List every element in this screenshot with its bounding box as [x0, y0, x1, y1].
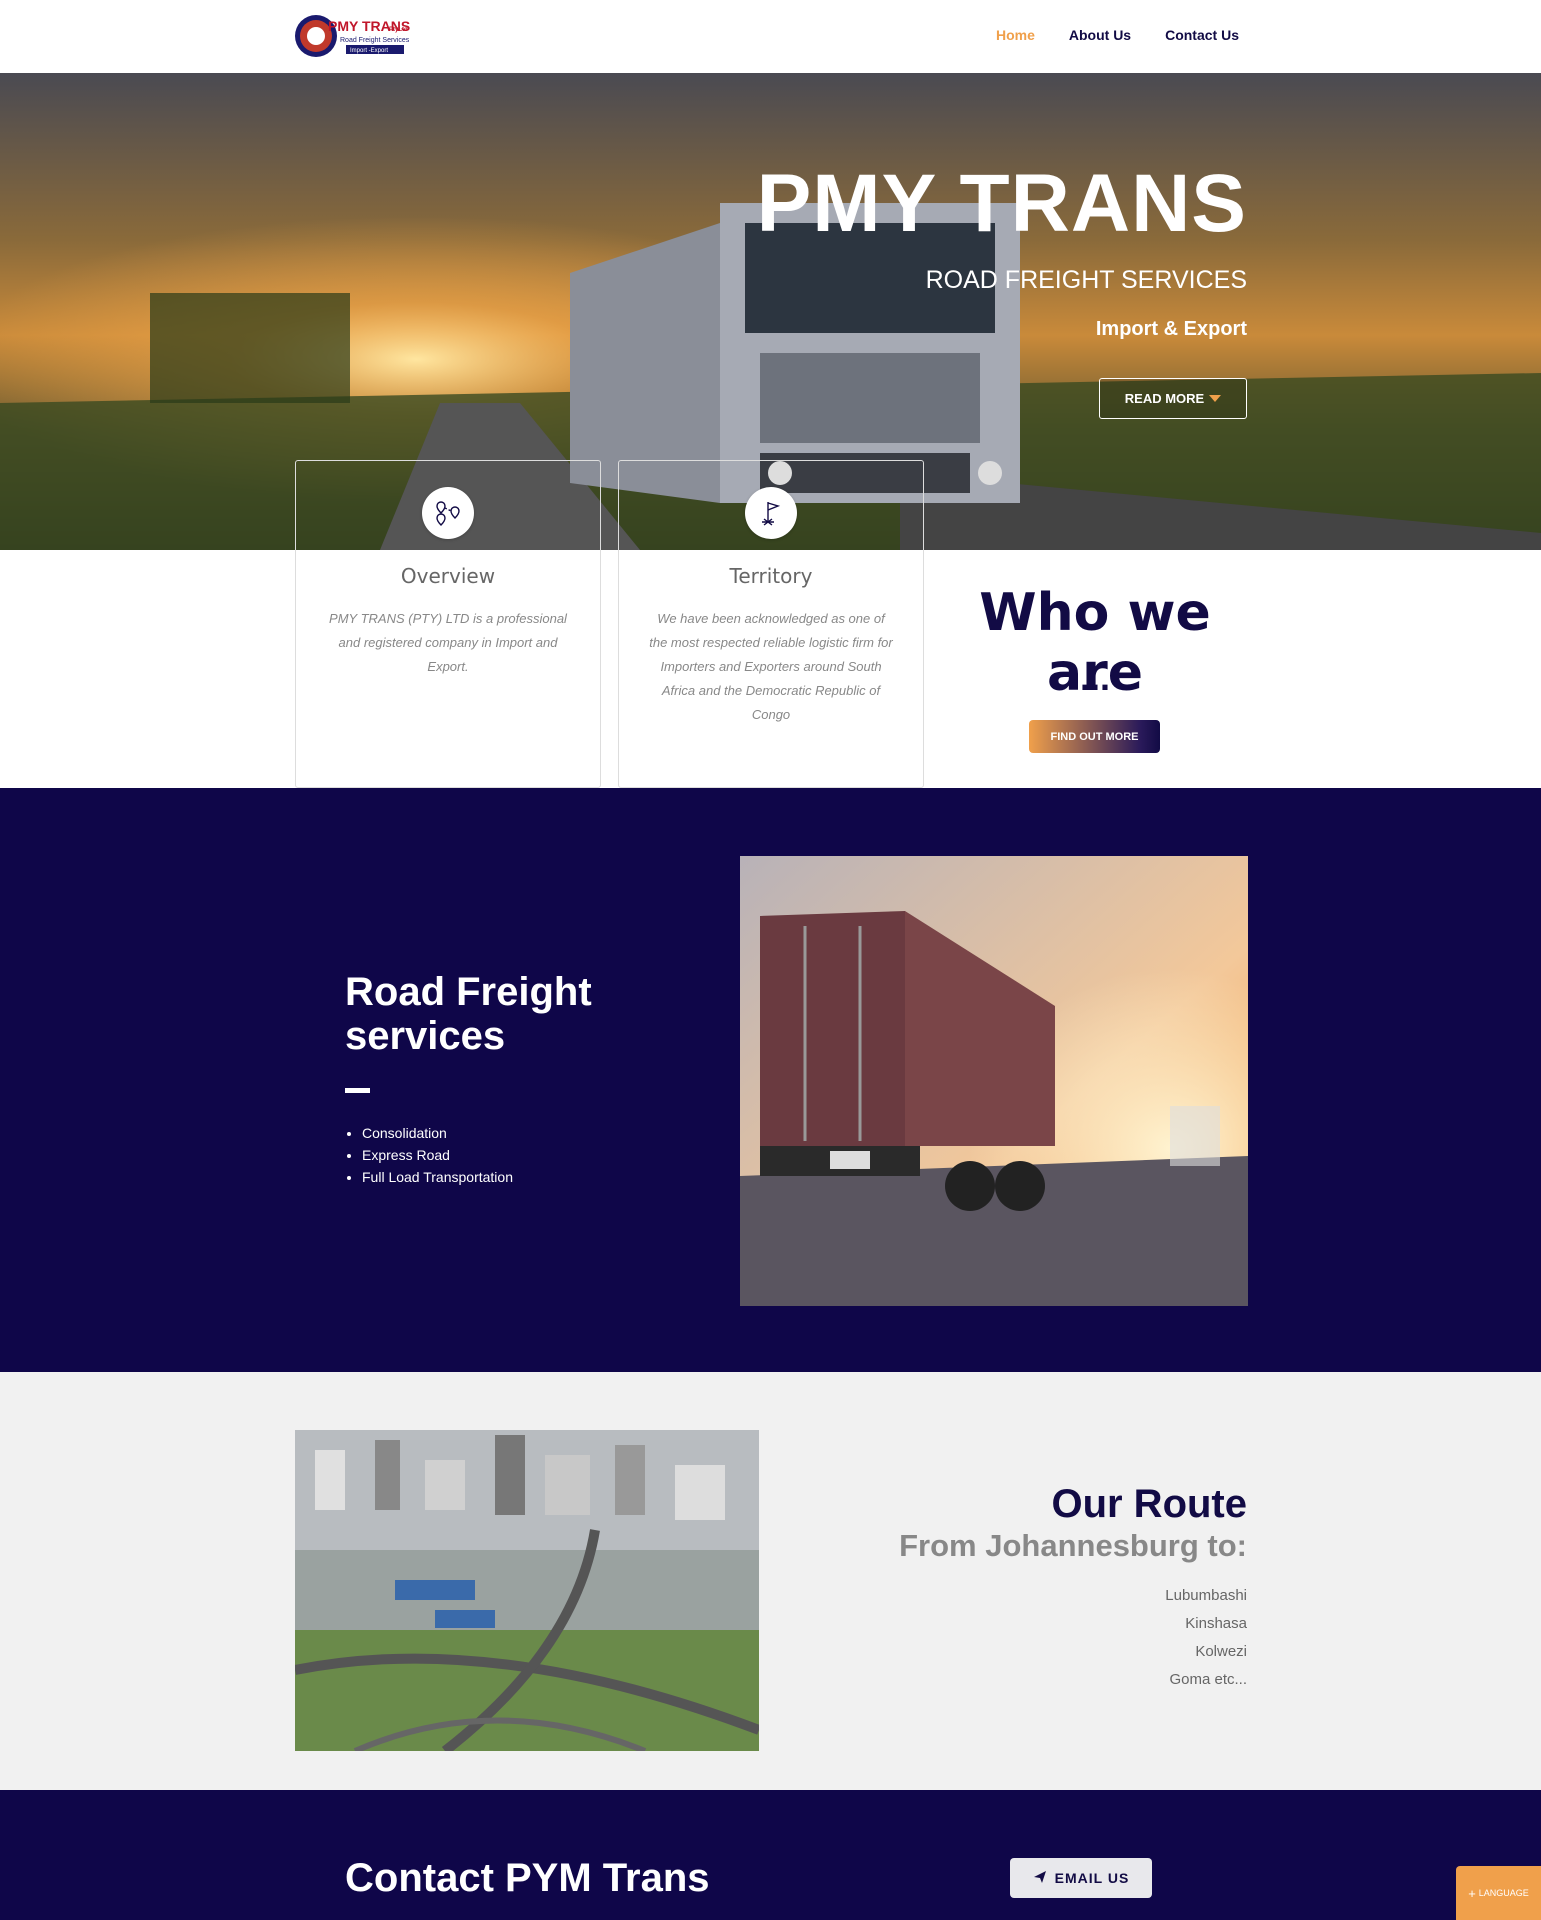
logo-line1: Road Freight Services	[340, 37, 410, 44]
caret-down-icon	[1209, 395, 1222, 402]
hero-subtitle: ROAD FREIGHT SERVICES	[925, 266, 1247, 294]
read-more-label: READ MORE	[1124, 391, 1205, 406]
find-out-more-button[interactable]: FIND OUT MORE	[1029, 720, 1160, 753]
email-us-button[interactable]: EMAIL US	[1010, 1858, 1152, 1898]
nav-contact[interactable]: Contact Us	[1165, 27, 1239, 43]
route-city-list: Lubumbashi Kinshasa Kolwezi Goma etc...	[1165, 1582, 1247, 1694]
list-item: Kinshasa	[1185, 1615, 1247, 1632]
overview-card: Overview PMY TRANS (PTY) LTD is a profes…	[295, 460, 601, 788]
language-button[interactable]: + LANGUAGE	[1456, 1866, 1541, 1920]
list-item: Kolwezi	[1195, 1643, 1247, 1660]
list-item: Lubumbashi	[1165, 1587, 1247, 1604]
list-item: Express Road	[362, 1144, 513, 1166]
site-header: PMY TRANS PtyLtd Road Freight Services I…	[0, 0, 1541, 73]
map-pins-icon	[422, 487, 474, 539]
contact-section: Contact PYM Trans EMAIL US	[0, 1790, 1541, 1920]
route-section: Our Route From Johannesburg to: Lubumbas…	[0, 1372, 1541, 1790]
read-more-button[interactable]: READ MORE	[1099, 378, 1247, 419]
contact-title: Contact PYM Trans	[345, 1856, 710, 1900]
list-item: Full Load Transportation	[362, 1166, 513, 1188]
list-item: Consolidation	[362, 1122, 513, 1144]
plus-icon: +	[1468, 1885, 1476, 1901]
list-item: Goma etc...	[1169, 1671, 1247, 1688]
route-subtitle: From Johannesburg to:	[899, 1528, 1247, 1563]
freight-list: Consolidation Express Road Full Load Tra…	[362, 1122, 513, 1188]
logo-suffix: PtyLtd	[389, 27, 408, 33]
main-nav: Home About Us Contact Us	[996, 27, 1239, 43]
route-title: Our Route	[1051, 1482, 1247, 1526]
overview-text: PMY TRANS (PTY) LTD is a professional an…	[329, 611, 567, 674]
divider	[345, 1088, 370, 1093]
send-icon	[1033, 1870, 1047, 1887]
container-truck-image	[740, 856, 1248, 1306]
territory-title: Territory	[729, 564, 813, 588]
hero-tagline: Import & Export	[1095, 318, 1247, 340]
road-freight-section: Road Freight services Consolidation Expr…	[0, 788, 1541, 1372]
city-aerial-image	[295, 1430, 759, 1751]
hero-title: PMY TRANS	[756, 158, 1247, 249]
flag-icon	[745, 487, 797, 539]
nav-about[interactable]: About Us	[1069, 27, 1131, 43]
freight-title: Road Freight services	[345, 970, 592, 1058]
nav-home[interactable]: Home	[996, 27, 1035, 43]
language-label: LANGUAGE	[1478, 1888, 1529, 1898]
logo-line2: Import -Export	[350, 48, 388, 54]
territory-text: We have been acknowledged as one of the …	[649, 611, 893, 722]
who-dots: ...	[1079, 657, 1110, 698]
territory-card: Territory We have been acknowledged as o…	[618, 460, 924, 788]
email-us-label: EMAIL US	[1054, 1870, 1130, 1886]
overview-title: Overview	[400, 564, 496, 588]
logo[interactable]: PMY TRANS PtyLtd Road Freight Services I…	[294, 13, 416, 59]
